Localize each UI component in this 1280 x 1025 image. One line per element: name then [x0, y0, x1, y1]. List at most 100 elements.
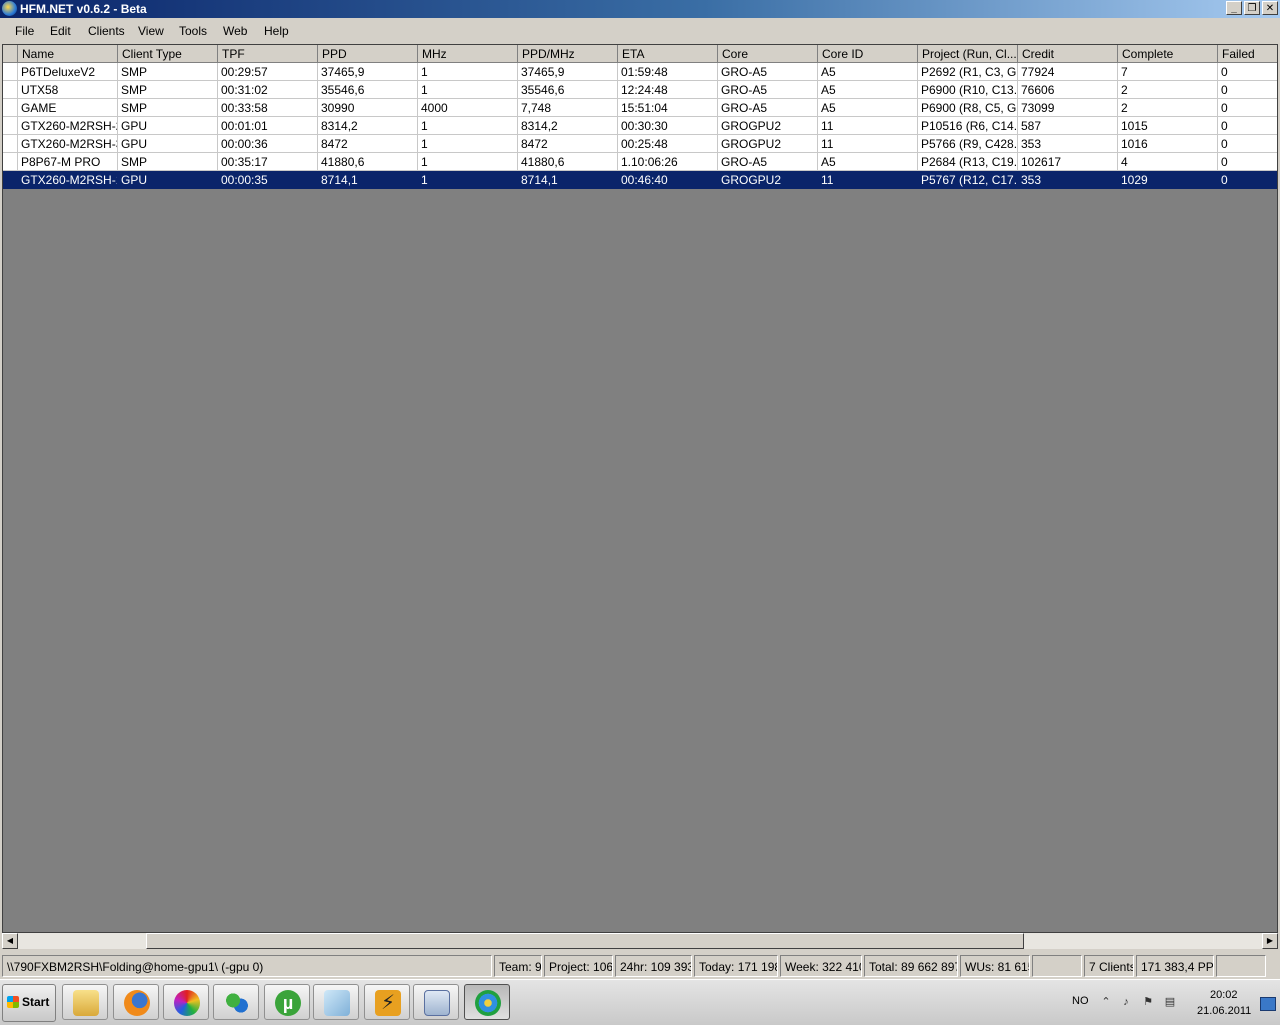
table-row[interactable]: P6TDeluxeV2 SMP 00:29:57 37465,9 1 37465,9 01:…: [3, 63, 1277, 81]
cell-client-type: SMP: [118, 99, 218, 117]
taskbar-folder[interactable]: [62, 984, 108, 1020]
column-header-name[interactable]: Name: [18, 45, 118, 63]
column-header-core-id[interactable]: Core ID: [818, 45, 918, 63]
cell-credit: 353: [1018, 135, 1118, 153]
cell-core: GROGPU2: [718, 117, 818, 135]
cell-ppd-per-mhz: 41880,6: [518, 153, 618, 171]
cell-mhz: 1: [418, 81, 518, 99]
taskbar-paint[interactable]: [163, 984, 209, 1020]
column-header-tpf[interactable]: TPF: [218, 45, 318, 63]
menu-web[interactable]: Web: [223, 24, 247, 38]
cell-mhz: 4000: [418, 99, 518, 117]
row-header[interactable]: [3, 99, 18, 117]
cell-failed: 0: [1218, 81, 1277, 99]
status-24hr: 24hr: 109 393: [615, 955, 692, 977]
column-header-mhz[interactable]: MHz: [418, 45, 518, 63]
cell-name: GTX260-M2RSH-1: [18, 171, 118, 189]
cell-project: P5766 (R9, C428...: [918, 135, 1018, 153]
menu-file[interactable]: File: [15, 24, 34, 38]
cell-core: GRO-A5: [718, 153, 818, 171]
table-row[interactable]: GTX260-M2RSH-1 GPU 00:00:35 8714,1 1 8714,1 00…: [3, 171, 1277, 189]
table-row[interactable]: GTX260-M2RSH-3 GPU 00:00:36 8472 1 8472 00:25:…: [3, 135, 1277, 153]
taskbar-notepad[interactable]: [313, 984, 359, 1020]
cell-ppd: 30990: [318, 99, 418, 117]
cell-tpf: 00:00:36: [218, 135, 318, 153]
cell-ppd: 41880,6: [318, 153, 418, 171]
status-week: Week: 322 410: [780, 955, 862, 977]
table-row[interactable]: UTX58 SMP 00:31:02 35546,6 1 35546,6 12:24:48 G…: [3, 81, 1277, 99]
messenger-icon: [224, 990, 250, 1016]
menu-tools[interactable]: Tools: [179, 24, 207, 38]
table-row[interactable]: GTX260-M2RSH-2 GPU 00:01:01 8314,2 1 8314,2 00…: [3, 117, 1277, 135]
table-row[interactable]: GAME SMP 00:33:58 30990 4000 7,748 15:51:04 GRO…: [3, 99, 1277, 117]
close-button[interactable]: ✕: [1262, 1, 1278, 15]
cell-tpf: 00:29:57: [218, 63, 318, 81]
clock-time[interactable]: 20:02: [1210, 989, 1238, 1001]
scroll-right-arrow-icon[interactable]: ▶: [1262, 933, 1278, 949]
column-header-project[interactable]: Project (Run, Cl...: [918, 45, 1018, 63]
start-button[interactable]: Start: [2, 984, 56, 1022]
cell-client-type: GPU: [118, 135, 218, 153]
cell-eta: 01:59:48: [618, 63, 718, 81]
show-desktop-icon[interactable]: [1260, 997, 1276, 1011]
show-hidden-icons-icon[interactable]: ⌃: [1100, 996, 1112, 1008]
row-header[interactable]: [3, 63, 18, 81]
column-header-ppd[interactable]: PPD: [318, 45, 418, 63]
table-row[interactable]: P8P67-M PRO SMP 00:35:17 41880,6 1 41880,6 1.1…: [3, 153, 1277, 171]
cell-project: P6900 (R10, C13...: [918, 81, 1018, 99]
taskbar-messenger[interactable]: [213, 984, 259, 1020]
scroll-left-arrow-icon[interactable]: ◀: [2, 933, 18, 949]
taskbar-calculator[interactable]: [413, 984, 459, 1020]
cell-credit: 102617: [1018, 153, 1118, 171]
row-header[interactable]: [3, 81, 18, 99]
window-controls: _ ❐ ✕: [1226, 1, 1278, 15]
menu-edit[interactable]: Edit: [50, 24, 71, 38]
cell-core-id: A5: [818, 99, 918, 117]
cell-name: GTX260-M2RSH-3: [18, 135, 118, 153]
row-header[interactable]: [3, 117, 18, 135]
row-header[interactable]: [3, 135, 18, 153]
language-indicator[interactable]: NO: [1072, 995, 1089, 1007]
cell-project: P2692 (R1, C3, G...: [918, 63, 1018, 81]
menu-clients[interactable]: Clients: [88, 24, 125, 38]
cell-ppd-per-mhz: 35546,6: [518, 81, 618, 99]
column-header-core[interactable]: Core: [718, 45, 818, 63]
cell-tpf: 00:31:02: [218, 81, 318, 99]
status-today: Today: 171 198: [694, 955, 778, 977]
menu-bar: File Edit Clients View Tools Web Help: [0, 18, 1280, 44]
column-header-eta[interactable]: ETA: [618, 45, 718, 63]
taskbar-folding[interactable]: [464, 984, 510, 1020]
clients-grid[interactable]: Name Client Type TPF PPD MHz PPD/MHz ETA Core Co…: [2, 44, 1278, 933]
folder-icon: [73, 990, 99, 1016]
column-header-complete[interactable]: Complete: [1118, 45, 1218, 63]
clock-date[interactable]: 21.06.2011: [1197, 1005, 1251, 1017]
column-header-client-type[interactable]: Client Type: [118, 45, 218, 63]
cell-core: GRO-A5: [718, 81, 818, 99]
taskbar-utorrent[interactable]: µ: [264, 984, 310, 1020]
windows-logo-icon: [7, 996, 19, 1008]
network-icon[interactable]: ▤: [1164, 996, 1176, 1008]
cell-core-id: A5: [818, 153, 918, 171]
taskbar-winamp[interactable]: ⚡: [364, 984, 410, 1020]
cell-ppd: 35546,6: [318, 81, 418, 99]
column-header-ppd-per-mhz[interactable]: PPD/MHz: [518, 45, 618, 63]
row-header[interactable]: [3, 153, 18, 171]
column-header-credit[interactable]: Credit: [1018, 45, 1118, 63]
cell-client-type: SMP: [118, 153, 218, 171]
column-header-failed[interactable]: Failed: [1218, 45, 1277, 63]
cell-mhz: 1: [418, 135, 518, 153]
action-center-flag-icon[interactable]: ⚑: [1142, 996, 1154, 1008]
cell-client-type: GPU: [118, 171, 218, 189]
volume-icon[interactable]: ♪: [1120, 996, 1132, 1008]
taskbar-firefox[interactable]: [113, 984, 159, 1020]
row-header[interactable]: [3, 171, 18, 189]
minimize-button[interactable]: _: [1226, 1, 1242, 15]
menu-help[interactable]: Help: [264, 24, 289, 38]
cell-complete: 1015: [1118, 117, 1218, 135]
scroll-thumb[interactable]: [146, 933, 1024, 949]
grid-header: Name Client Type TPF PPD MHz PPD/MHz ETA Core Co…: [3, 45, 1277, 63]
restore-button[interactable]: ❐: [1244, 1, 1260, 15]
horizontal-scrollbar[interactable]: ◀ ▶: [2, 933, 1278, 949]
menu-view[interactable]: View: [138, 24, 164, 38]
cell-name: GAME: [18, 99, 118, 117]
